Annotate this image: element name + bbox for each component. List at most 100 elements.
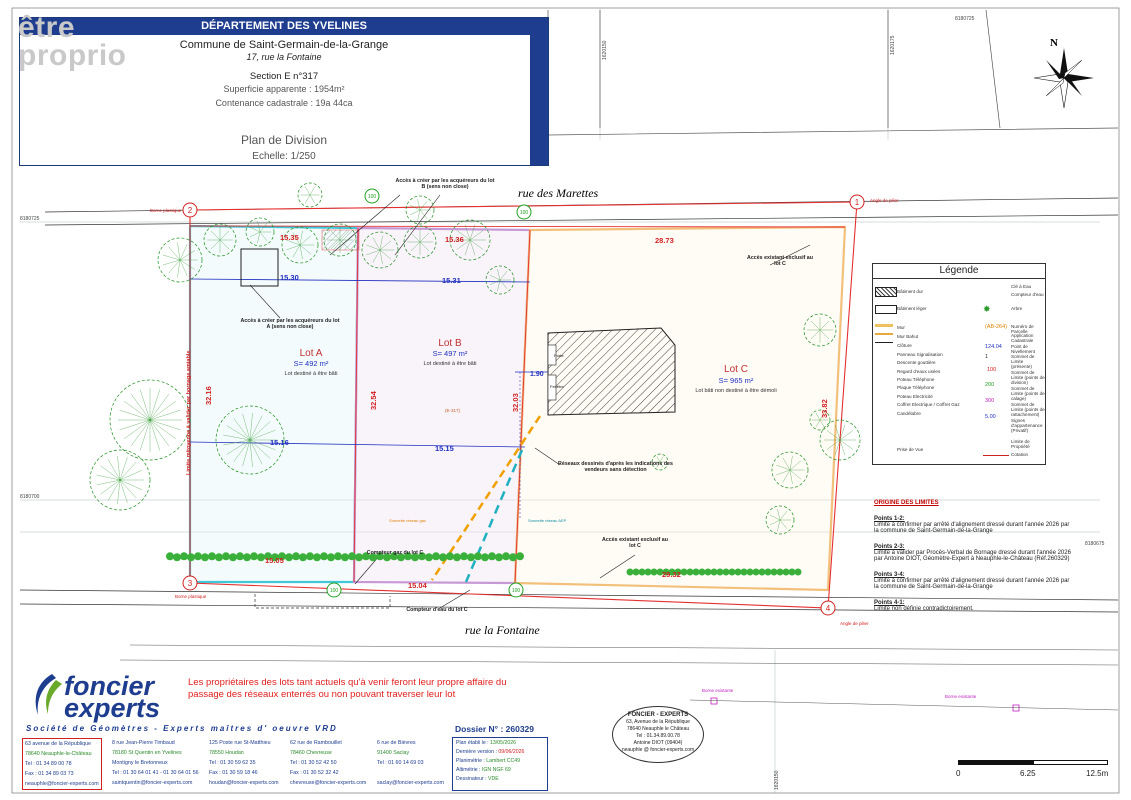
lot-b-name: Lot B	[438, 338, 462, 349]
lot-c-desc: Lot bâti non destiné à être démoli	[695, 388, 776, 394]
office-address: 6 rue de Bièvres 91400 Saclay Tel : 01 60 …	[377, 740, 444, 786]
legend-item-right: Limite de Propriété	[1011, 439, 1030, 449]
legend-item-left: Panneau Signalisation	[897, 352, 943, 357]
hedge-shrub	[502, 552, 510, 561]
hedge-shrub	[776, 568, 784, 576]
office-address: 62 rue de Rambouillet 78460 Chevreuse Tel …	[290, 740, 367, 786]
svg-text:15.04: 15.04	[408, 581, 428, 590]
legend-item-left: Poteau Téléphone	[897, 377, 935, 382]
hedge-shrub	[716, 568, 724, 576]
legend-item-left: Regard d'eaux usées	[897, 369, 941, 374]
svg-text:Borne existante: Borne existante	[945, 694, 977, 699]
svg-text:15.15: 15.15	[435, 444, 454, 453]
hedge-shrub	[481, 553, 489, 562]
svg-text:32.54: 32.54	[369, 390, 378, 410]
legend-swatch-cloture	[875, 342, 893, 343]
svg-text:Borne plastique: Borne plastique	[175, 594, 207, 599]
svg-text:32.03: 32.03	[511, 393, 520, 412]
label-water-line: Sonnette réseau AEP	[528, 518, 567, 523]
svg-text:33.82: 33.82	[820, 399, 829, 418]
tree-branch	[139, 419, 151, 451]
tree-branch	[309, 194, 315, 204]
tree-branch	[131, 394, 151, 421]
company-stamp: FONCIER - EXPERTS 63, Avenue de la Républ…	[612, 706, 704, 763]
origine-item: Points 3-4: Limite à confirmer par arrêté…	[874, 572, 1070, 590]
hedge-shrub	[698, 568, 706, 576]
svg-text:29.32: 29.32	[662, 570, 681, 579]
hedge-shrub	[644, 568, 652, 576]
section: Section E n°317	[249, 71, 319, 82]
stamp-line: Tel : 01.34.89.00.78	[636, 733, 680, 739]
stamp-line: 63, Avenue de la République	[626, 719, 690, 725]
hedge-shrub	[180, 552, 188, 561]
origine-limites: ORIGINE DES LIMITES Points 1-2: Limite à …	[874, 500, 1074, 622]
point-100-d: 100	[508, 582, 524, 598]
svg-text:Angle de pilier: Angle de pilier	[870, 198, 899, 203]
svg-text:15.35: 15.35	[280, 233, 299, 242]
tree-branch	[119, 479, 137, 498]
office-address: 8 rue Jean-Pierre Timbaud 78180 St Quenti…	[112, 740, 199, 786]
hedge-shrub	[229, 553, 237, 562]
hedge-shrub	[334, 552, 342, 561]
legend-item-right: Signes d'appartenance (Privatif)	[1011, 418, 1043, 433]
origine-item: Points 2-3: Limite à valider par Procès-V…	[874, 544, 1071, 562]
hedge-shrub	[194, 552, 202, 561]
svg-text:100: 100	[512, 588, 521, 594]
svg-text:Angle de pilier: Angle de pilier	[840, 621, 869, 626]
street-north: rue des Marettes	[518, 186, 599, 200]
legend-sample: 100	[987, 367, 997, 373]
legend-item-left: Clôture	[897, 343, 912, 348]
lot-c-name: Lot C	[724, 364, 748, 375]
tree-branch	[149, 419, 176, 439]
hedge-shrub	[516, 552, 524, 561]
legend-item-left: Descente gouttière	[897, 360, 936, 365]
legend-item-left: Coffret Electrique / Coffret Gaz	[897, 402, 960, 407]
foncier-experts-logo: foncier experts	[30, 672, 160, 722]
hedge-shrub	[758, 568, 766, 576]
svg-text:8180725: 8180725	[20, 216, 40, 222]
hedge-shrub	[626, 568, 634, 576]
hedge-shrub	[752, 568, 760, 576]
existing-bornes: Borne existante Borne existante	[689, 688, 1119, 712]
stamp-line: FONCIER - EXPERTS	[627, 712, 689, 718]
origine-title: ORIGINE DES LIMITES	[874, 500, 939, 506]
north-label: N	[1050, 37, 1058, 49]
hedge-shrub	[236, 552, 244, 561]
existing-house	[547, 327, 676, 416]
tree-branch	[149, 389, 161, 421]
dossier-number: Dossier N° : 260329	[455, 724, 534, 734]
tree-branch	[119, 409, 151, 421]
hedge-shrub	[173, 553, 181, 562]
hedge-shrub	[488, 552, 496, 561]
hedge-shrub	[306, 552, 314, 561]
point-4: 4	[820, 600, 836, 616]
tree-branch	[305, 186, 311, 196]
svg-text:15.36: 15.36	[445, 235, 464, 244]
hedge-shrub	[788, 568, 796, 576]
note-acces-c-bottom: Accès existant exclusif au lot C	[602, 537, 668, 549]
legend-swatch-limite	[983, 455, 1009, 456]
tree-branch	[163, 254, 181, 261]
legend-item-right: Sommet de Limite (points de calage)	[1011, 386, 1045, 401]
legend-item-right: Compteur d'eau	[1011, 292, 1044, 297]
hedge-shrub	[243, 553, 251, 562]
hedge-shrub	[740, 568, 748, 576]
point-3: 3	[182, 575, 198, 591]
hedge-shrub	[250, 552, 258, 561]
hedge-shrub	[187, 553, 195, 562]
svg-text:15.31: 15.31	[442, 276, 461, 285]
svg-text:32.16: 32.16	[204, 386, 213, 405]
hedge-shrub	[439, 553, 447, 562]
tree-branch	[119, 479, 142, 490]
plan-info-line: Plan établi le : 13/05/2026	[456, 740, 516, 746]
societe-line: Société de Géomètres - Experts maîtres d…	[26, 724, 338, 733]
legend-title: Légende	[873, 264, 1045, 279]
svg-text:3: 3	[188, 579, 193, 588]
legend-sample: 200	[985, 382, 995, 388]
legend-swatch-mur-bahut	[875, 333, 893, 335]
svg-text:4: 4	[826, 604, 831, 613]
tree-branch	[409, 209, 421, 215]
svg-text:100: 100	[368, 194, 377, 200]
svg-text:1620175: 1620175	[890, 35, 896, 55]
tree-branch	[124, 401, 151, 421]
